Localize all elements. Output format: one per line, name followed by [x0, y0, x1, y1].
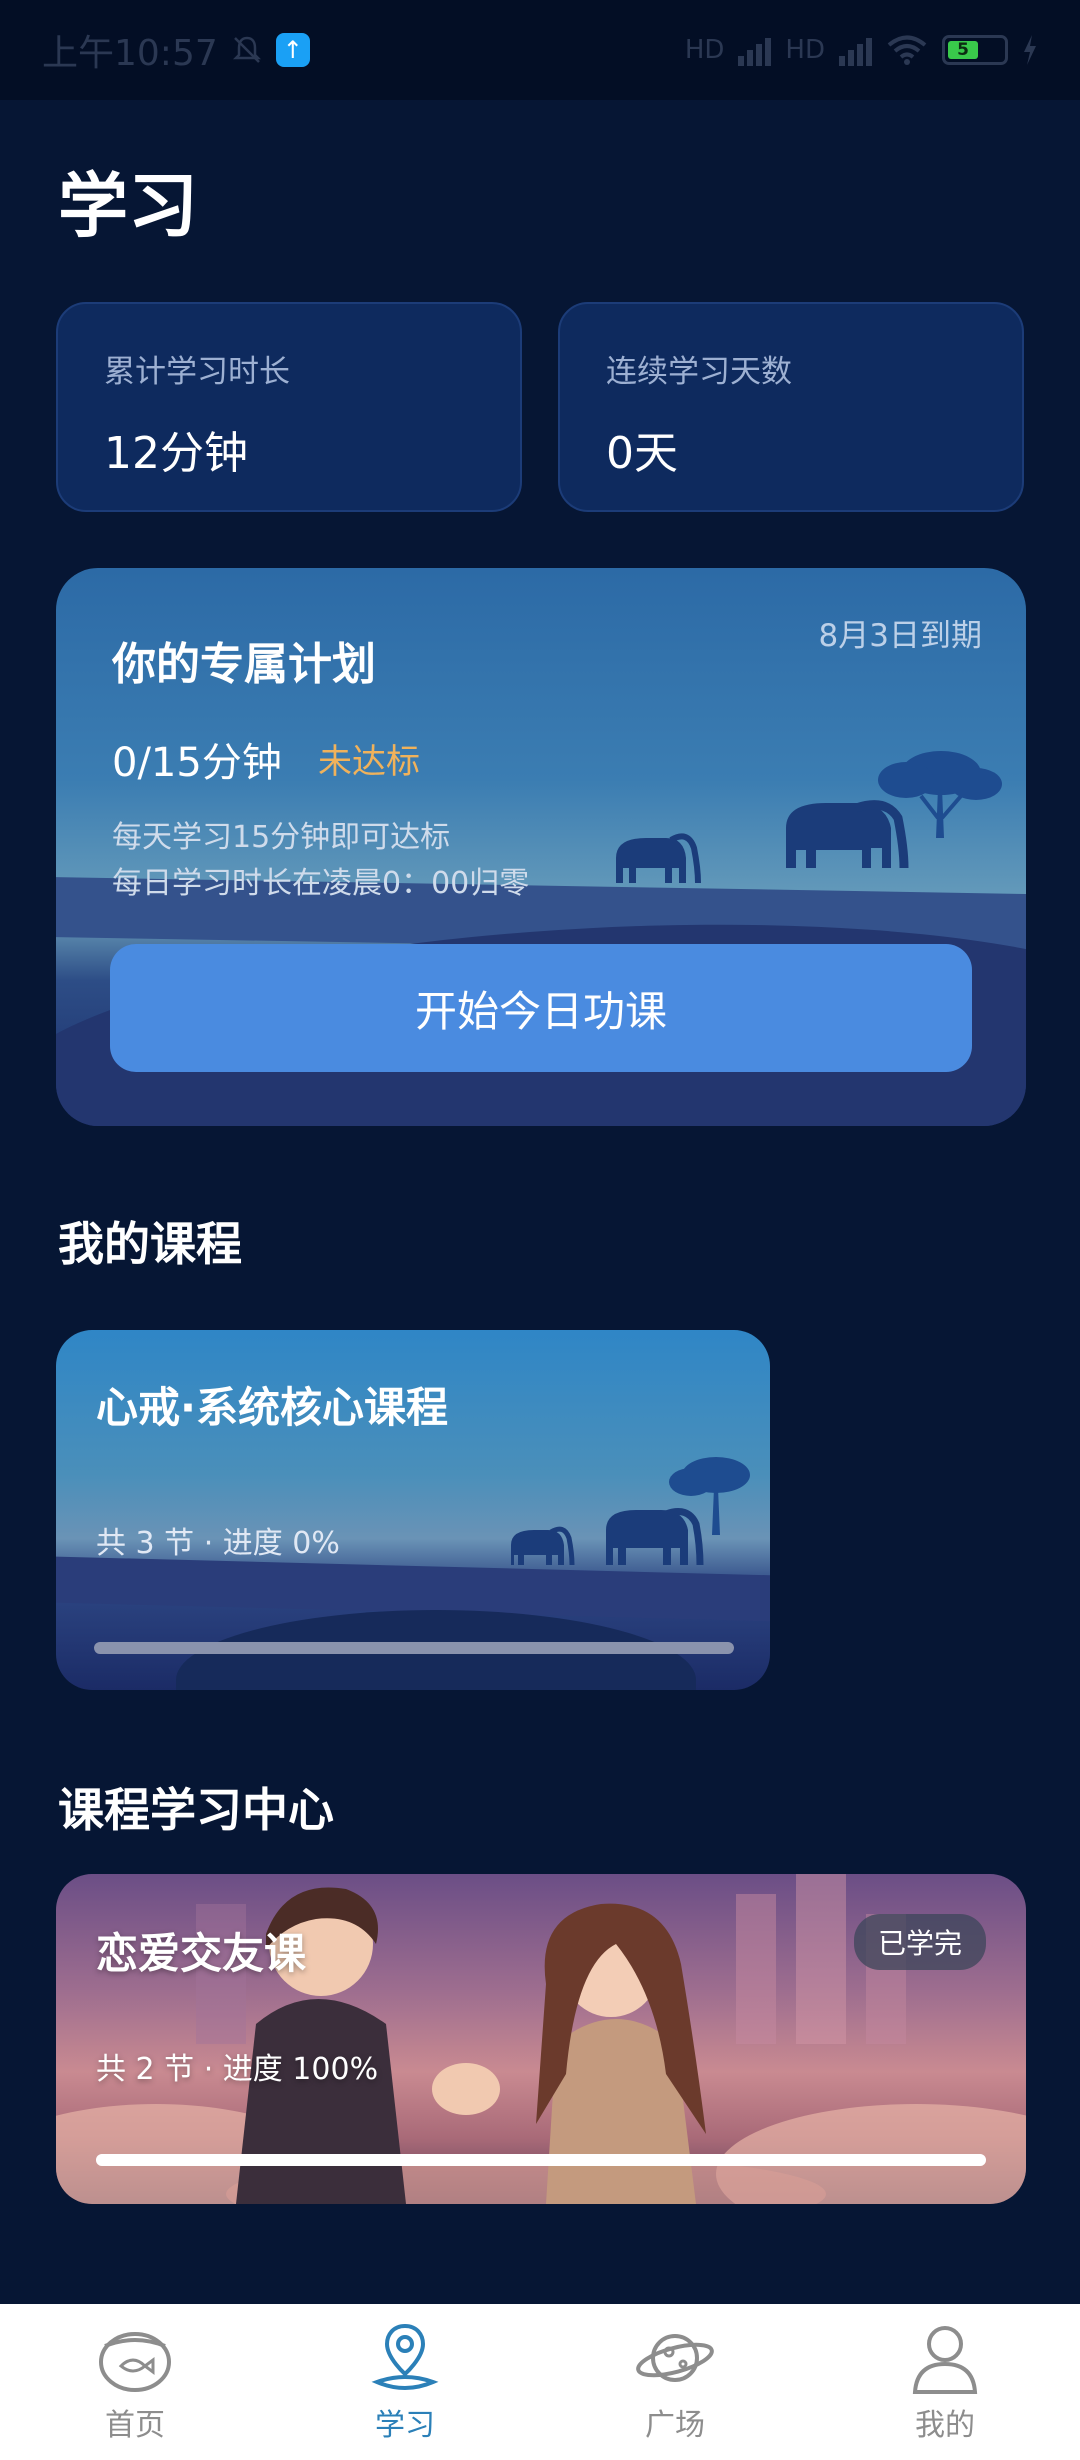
- person-icon: [912, 2326, 978, 2394]
- tab-label: 学习: [375, 2408, 435, 2443]
- mute-bell-icon: [232, 36, 261, 63]
- network-hd-label-2: HD: [785, 35, 825, 65]
- course-progress-bar: [94, 1642, 734, 1654]
- tab-label: 首页: [105, 2408, 165, 2443]
- elephant-scenery-illustration: [616, 751, 1002, 884]
- learning-center-course-card[interactable]: 恋爱交友课 已学完 共 2 节 · 进度 100%: [56, 1874, 1026, 2204]
- battery-level: 5: [948, 40, 978, 60]
- learning-center-progress-fill: [96, 2154, 986, 2166]
- tab-label: 广场: [645, 2408, 705, 2443]
- start-today-lesson-button[interactable]: 开始今日功课: [110, 944, 972, 1072]
- status-time: 上午10:57: [42, 33, 218, 74]
- plan-reset-text: 每日学习时长在凌晨0：00归零: [112, 866, 530, 901]
- completed-badge: 已学完: [853, 1914, 986, 1970]
- stat-value: 12分钟: [104, 428, 248, 479]
- learning-center-course-meta: 共 2 节 · 进度 100%: [96, 2052, 379, 2087]
- plan-progress: 0/15分钟: [112, 740, 282, 786]
- elephant-scenery-illustration: [511, 1457, 750, 1566]
- stat-label: 累计学习时长: [104, 354, 290, 390]
- upload-notification-icon: ↑: [275, 33, 310, 67]
- course-meta: 共 3 节 · 进度 0%: [96, 1526, 340, 1561]
- bottom-tab-bar: 首页 学习 广场 我的: [0, 2304, 1080, 2460]
- planet-icon: [636, 2334, 714, 2382]
- tab-label: 我的: [915, 2408, 975, 2443]
- stat-card-total-time: 累计学习时长 12分钟: [56, 302, 522, 512]
- learning-center-progress-bar: [96, 2154, 986, 2166]
- study-plan-card: 8月3日到期 你的专属计划 0/15分钟 未达标 每天学习15分钟即可达标 每日…: [56, 568, 1026, 1126]
- stat-label: 连续学习天数: [606, 354, 792, 390]
- stat-card-streak-days: 连续学习天数 0天: [558, 302, 1024, 512]
- battery-icon: 5: [942, 35, 1008, 65]
- stat-value: 0天: [606, 428, 678, 479]
- tab-home[interactable]: 首页: [0, 2304, 270, 2460]
- tab-profile[interactable]: 我的: [810, 2304, 1080, 2460]
- fishbowl-icon: [99, 2332, 171, 2392]
- wifi-icon: [887, 35, 927, 65]
- learning-center-course-title: 恋爱交友课: [96, 1929, 307, 1978]
- signal-icon-2: [839, 34, 872, 66]
- plan-deadline: 8月3日到期: [818, 618, 982, 654]
- course-card[interactable]: 心戒·系统核心课程 共 3 节 · 进度 0%: [56, 1330, 770, 1690]
- course-title: 心戒·系统核心课程: [96, 1383, 448, 1432]
- plan-status-badge: 未达标: [318, 742, 420, 782]
- plan-title: 你的专属计划: [112, 639, 376, 690]
- charging-icon: [1024, 35, 1036, 65]
- tab-plaza[interactable]: 广场: [540, 2304, 810, 2460]
- learning-center-title: 课程学习中心: [58, 1783, 334, 1837]
- page-title: 学习: [58, 165, 198, 247]
- status-bar: 上午10:57 ↑ HD HD 5: [0, 0, 1080, 100]
- signal-icon: [738, 34, 772, 66]
- tab-study[interactable]: 学习: [270, 2304, 540, 2460]
- plan-rule-text: 每天学习15分钟即可达标: [112, 820, 451, 855]
- network-hd-label: HD: [684, 35, 725, 65]
- my-courses-title: 我的课程: [58, 1217, 242, 1271]
- location-pin-icon: [371, 2323, 439, 2390]
